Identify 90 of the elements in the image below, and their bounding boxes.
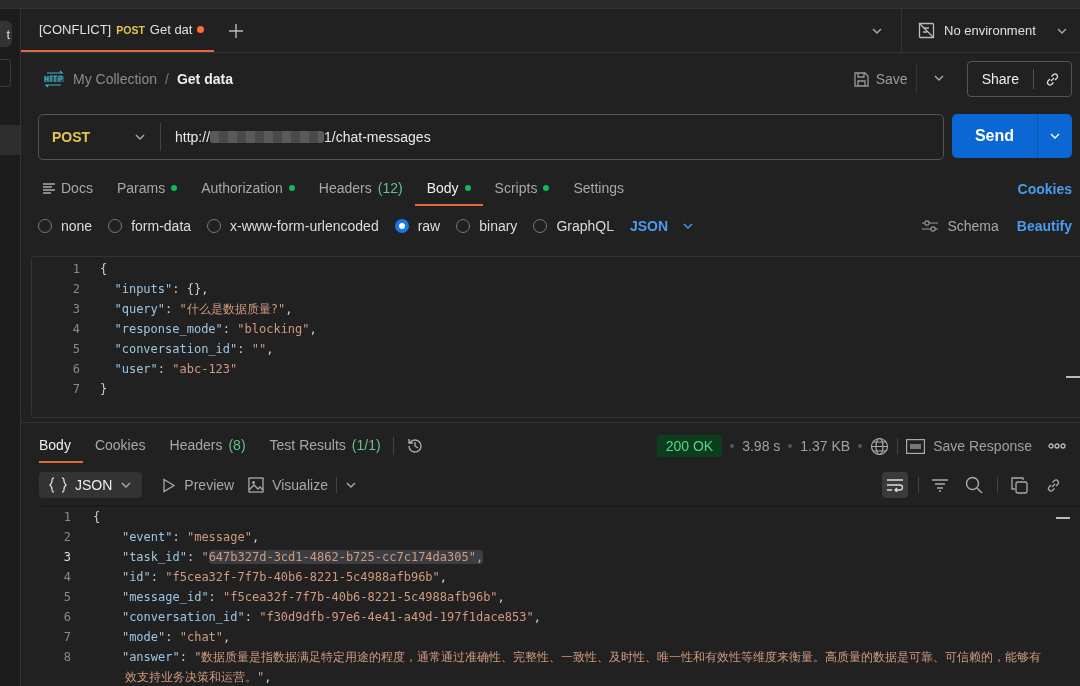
filter-icon[interactable] <box>932 478 948 492</box>
braces-icon <box>49 477 67 493</box>
code-line: "message_id": "f5cea32f-7f7b-40b6-8221-5c4988afb96b", <box>120 589 506 606</box>
request-tab[interactable]: Docs <box>43 172 105 206</box>
request-tab[interactable]: Scripts <box>482 172 562 206</box>
response-tab[interactable]: Body <box>39 429 83 463</box>
code-line: "conversation_id": "", <box>113 341 275 358</box>
http-icon <box>43 70 65 88</box>
request-tab[interactable]: Params <box>104 172 190 206</box>
body-type-option[interactable]: raw <box>394 218 441 234</box>
schema-button[interactable]: Schema <box>947 218 999 234</box>
line-number: 6 <box>62 609 72 626</box>
globe-icon[interactable] <box>870 436 890 456</box>
status-badge: 200 OK <box>656 435 723 457</box>
request-tab[interactable]: Body <box>414 172 483 206</box>
line-number: 4 <box>71 321 81 338</box>
example-icon[interactable] <box>906 438 926 454</box>
save-icon[interactable] <box>852 70 870 88</box>
plus-icon[interactable] <box>228 22 245 39</box>
save-button[interactable]: Save <box>875 71 908 87</box>
environment-label[interactable]: No environment <box>944 23 1036 38</box>
no-environment-icon <box>918 22 935 39</box>
scrollbar-thumb[interactable] <box>1056 517 1070 519</box>
beautify-link[interactable]: Beautify <box>1016 218 1072 234</box>
body-type-option[interactable]: x-www-form-urlencoded <box>207 218 379 234</box>
code-line: "conversation_id": "f30d9dfb-97e6-4e41-a49d-197f1dace853", <box>120 609 542 626</box>
radio-button[interactable] <box>394 219 409 233</box>
wrap-lines-button[interactable] <box>882 472 908 498</box>
code-line: "id": "f5cea32f-7f7b-40b6-8221-5c4988afb96b", <box>120 569 449 586</box>
response-tab[interactable]: Test Results (1/1) <box>257 429 393 463</box>
search-icon[interactable] <box>965 476 983 494</box>
code-line: { <box>93 509 102 526</box>
copy-icon[interactable] <box>1010 476 1028 494</box>
code-line: "answer": "数据质量是指数据满足特定用途的程度，通常通过准确性、完整性、一致性、及时性、唯一性和有效性等维度来衡量。高质量的数据是可靠、可信赖的，能够有效支持业务决策和运营。", <box>120 649 1043 686</box>
line-number: 1 <box>71 261 81 278</box>
request-tab[interactable]: [CONFLICT] POST Get dat <box>21 9 215 52</box>
image-icon[interactable] <box>248 477 265 493</box>
body-type-option[interactable]: form-data <box>108 218 192 234</box>
line-number: 2 <box>71 281 81 298</box>
view-select[interactable]: JSON <box>39 472 143 498</box>
code-line: } <box>100 381 109 398</box>
preview-button[interactable]: Preview <box>184 477 235 493</box>
share-button[interactable]: Share <box>966 61 1072 97</box>
request-tab[interactable]: Settings <box>561 172 636 206</box>
code-line: { <box>100 261 109 278</box>
line-number: 1 <box>62 509 72 526</box>
request-tab[interactable]: Authorization <box>189 172 307 206</box>
line-number: 5 <box>62 589 72 606</box>
body-type-option[interactable]: binary <box>456 218 518 234</box>
line-number: 4 <box>62 569 72 586</box>
request-name[interactable]: Get data <box>176 71 233 87</box>
line-number: 8 <box>62 649 72 666</box>
scrollbar-thumb[interactable] <box>1066 376 1080 378</box>
code-line: "inputs": {}, <box>113 281 210 298</box>
line-number: 7 <box>62 629 72 646</box>
visualize-button[interactable]: Visualize <box>272 477 328 493</box>
format-select[interactable]: JSON <box>629 218 695 234</box>
more-icon[interactable] <box>1048 443 1066 449</box>
url-field[interactable]: http:// 1/chat-messages <box>161 129 431 145</box>
code-line: "event": "message", <box>120 529 261 546</box>
wrap-icon <box>886 478 904 492</box>
code-line: "user": "abc-123" <box>113 361 239 378</box>
line-number: 3 <box>71 301 81 318</box>
docs-icon <box>43 182 55 194</box>
cookies-link[interactable]: Cookies <box>1017 172 1072 206</box>
sidebar-button[interactable]: t <box>0 21 12 47</box>
link-icon[interactable] <box>1044 70 1061 88</box>
response-tab[interactable]: Cookies <box>82 429 158 463</box>
code-line: "mode": "chat", <box>120 629 232 646</box>
response-time: 3.98 s <box>742 438 781 454</box>
sidebar-field[interactable] <box>0 59 11 87</box>
body-type-option[interactable]: none <box>38 218 93 234</box>
history-icon[interactable] <box>405 437 424 455</box>
play-icon[interactable] <box>162 477 177 493</box>
body-type-option[interactable]: GraphQL <box>533 218 614 234</box>
line-number: 5 <box>71 341 81 358</box>
response-size: 1.37 KB <box>800 438 851 454</box>
line-number: 7 <box>71 381 81 398</box>
breadcrumb-separator: / <box>165 71 169 87</box>
code-line: "response_mode": "blocking", <box>113 321 318 338</box>
collection-link[interactable]: My Collection <box>73 71 158 87</box>
code-line: "query": "什么是数据质量?", <box>113 301 294 318</box>
line-number: 2 <box>62 529 72 546</box>
save-response-button[interactable]: Save Response <box>933 438 1032 454</box>
request-tab[interactable]: Headers (12) <box>306 172 415 206</box>
line-number: 6 <box>71 361 81 378</box>
response-tab[interactable]: Headers (8) <box>157 429 258 463</box>
sliders-icon[interactable] <box>921 219 940 233</box>
line-number: 3 <box>62 549 72 566</box>
method-select[interactable]: POST <box>39 123 161 151</box>
